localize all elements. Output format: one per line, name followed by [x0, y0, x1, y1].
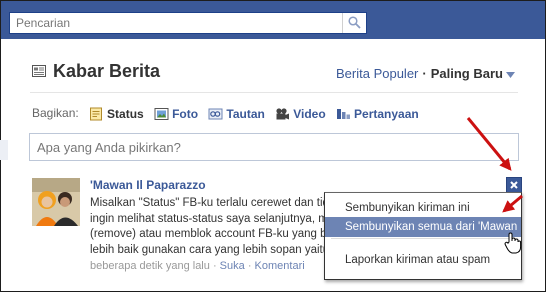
share-bar: Bagikan: Status Foto Tautan Video Pertan… — [32, 106, 426, 121]
profile-photo — [32, 178, 80, 226]
sort-top-news-link[interactable]: Berita Populer — [336, 66, 418, 81]
status-input[interactable] — [30, 134, 518, 160]
share-question-label: Pertanyaan — [354, 106, 419, 121]
story-line: lebih baik gunakan cara yang lebih sopan… — [90, 243, 330, 256]
divider — [30, 92, 518, 93]
story-author-link[interactable]: 'Mawan Il Paparazzo — [90, 178, 206, 192]
comment-link[interactable]: Komentari — [255, 260, 305, 272]
share-video-tab[interactable]: Video — [275, 106, 326, 121]
hide-story-button[interactable] — [506, 177, 522, 193]
link-icon — [208, 108, 223, 120]
meta-separator: · — [212, 260, 217, 272]
search-input[interactable] — [10, 13, 340, 33]
sort-separator: · — [422, 66, 427, 81]
close-icon — [510, 181, 518, 189]
share-photo-label: Foto — [172, 106, 199, 121]
avatar[interactable] — [32, 178, 80, 226]
story-meta: beberapa detik yang lalu · Suka · Koment… — [90, 260, 305, 272]
search-box[interactable] — [9, 12, 367, 34]
share-status-label: Status — [107, 106, 144, 121]
share-photo-tab[interactable]: Foto — [154, 107, 198, 121]
story-message: Misalkan "Status" FB-ku terlalu cerewet … — [90, 196, 340, 258]
share-link-label: Tautan — [226, 106, 265, 121]
story-line: (remove) atau memblok account FB-ku yang… — [90, 228, 335, 240]
status-icon — [90, 107, 103, 121]
search-icon — [348, 16, 361, 29]
story-line: Misalkan "Status" FB-ku terlalu cerewet … — [90, 197, 340, 209]
status-composer[interactable] — [29, 133, 519, 161]
side-edge — [0, 140, 8, 160]
menu-item-hide-all-from-user[interactable]: Sembunyikan semua dari 'Mawan — [325, 217, 521, 237]
story-timestamp[interactable]: beberapa detik yang lalu — [90, 260, 210, 272]
menu-item-report-spam[interactable]: Laporkan kiriman atau spam — [325, 250, 521, 270]
share-label: Bagikan: — [32, 106, 79, 120]
share-link-tab[interactable]: Tautan — [208, 106, 265, 121]
page-title: Kabar Berita — [53, 61, 161, 81]
menu-item-hide-post[interactable]: Sembunyikan kiriman ini — [325, 198, 521, 218]
chevron-down-icon[interactable] — [505, 71, 515, 78]
menu-divider — [331, 238, 515, 239]
hand-cursor-icon — [504, 232, 522, 254]
sort-most-recent[interactable]: Paling Baru — [431, 66, 503, 81]
like-link[interactable]: Suka — [220, 260, 245, 272]
share-status-tab[interactable]: Status — [89, 107, 144, 121]
video-icon — [276, 108, 290, 120]
meta-separator: · — [247, 260, 252, 272]
top-bar — [1, 1, 545, 39]
share-question-tab[interactable]: Pertanyaan — [336, 107, 419, 121]
story-line: ingin melihat status-status saya selanju… — [90, 212, 335, 225]
share-video-label: Video — [293, 106, 326, 121]
search-button[interactable] — [342, 13, 366, 33]
news-feed-icon — [32, 65, 46, 77]
feed-sort: Berita Populer · Paling Baru — [336, 66, 515, 81]
photo-icon — [154, 107, 169, 120]
story-options-menu: Sembunyikan kiriman ini Sembunyikan semu… — [324, 192, 522, 280]
question-icon — [337, 108, 351, 119]
